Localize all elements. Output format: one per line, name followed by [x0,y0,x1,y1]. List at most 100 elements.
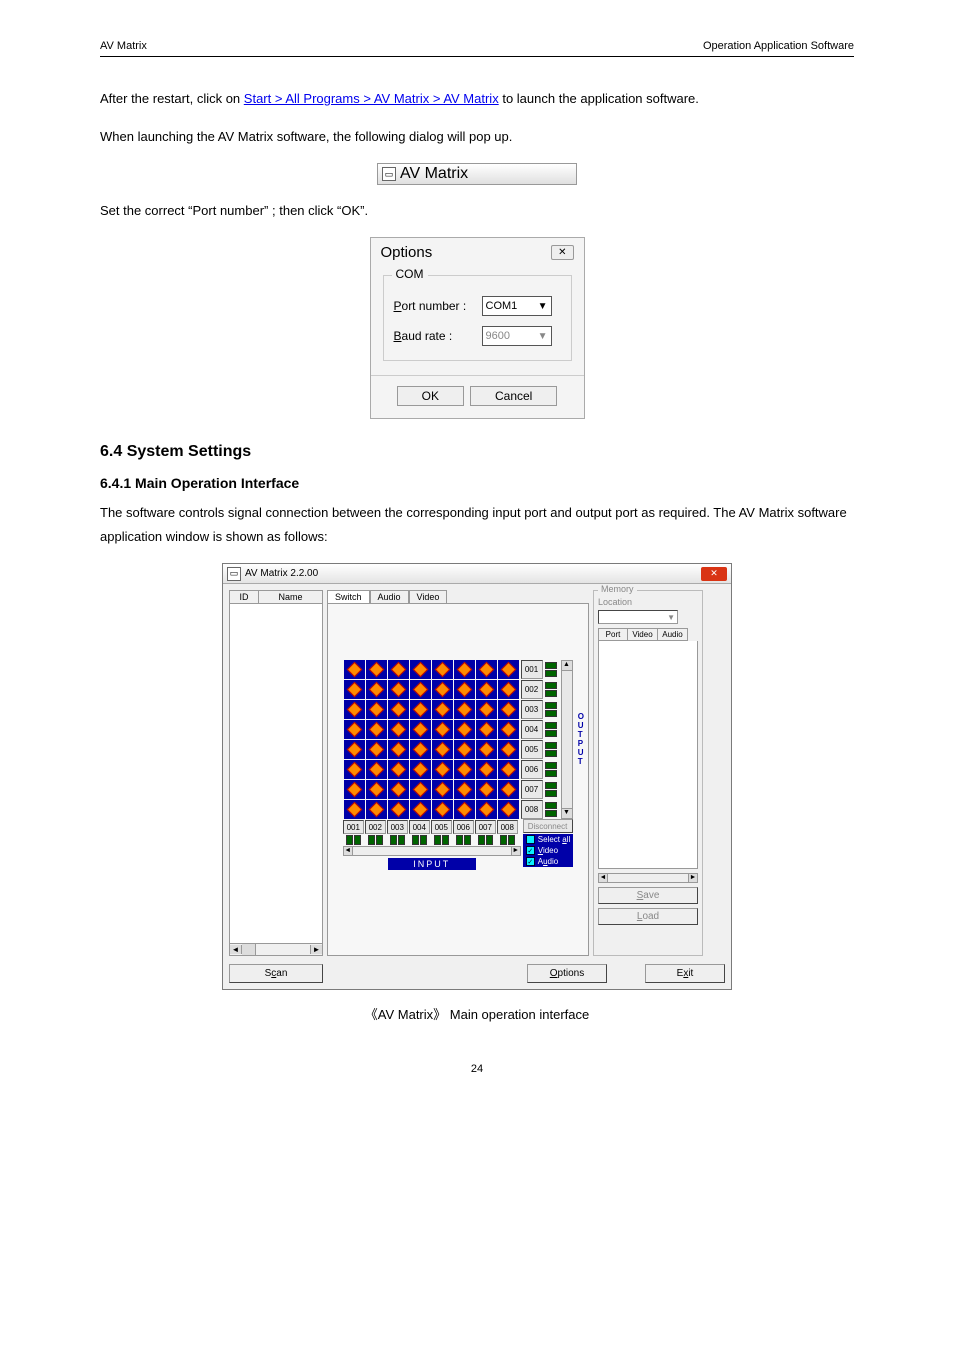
matrix-cell[interactable] [432,740,453,759]
select-all-checkbox[interactable]: Select all [523,834,573,845]
matrix-cell[interactable] [498,740,519,759]
matrix-cell[interactable] [432,760,453,779]
cancel-button[interactable]: Cancel [470,386,557,406]
matrix-cell[interactable] [432,660,453,679]
start-path-link[interactable]: Start > All Programs > AV Matrix > AV Ma… [244,91,499,106]
video-checkbox[interactable]: ✓Video [523,845,573,856]
matrix-cell[interactable] [454,760,475,779]
scroll-left-icon[interactable]: ◄ [230,945,242,954]
matrix-cell[interactable] [344,700,365,719]
matrix-cell[interactable] [344,660,365,679]
matrix-cell[interactable] [366,800,387,819]
save-button[interactable]: Save [598,887,698,904]
disconnect-button[interactable]: Disconnect [523,819,573,833]
output-toggle[interactable] [545,760,559,779]
matrix-cell[interactable] [432,780,453,799]
matrix-cell[interactable] [454,740,475,759]
matrix-cell[interactable] [388,720,409,739]
matrix-cell[interactable] [366,700,387,719]
matrix-cell[interactable] [344,720,365,739]
options-button[interactable]: Options [527,964,607,983]
input-toggle[interactable] [475,835,496,845]
matrix-cell[interactable] [498,720,519,739]
matrix-cell[interactable] [476,760,497,779]
close-icon[interactable]: ✕ [701,567,727,581]
matrix-cell[interactable] [476,800,497,819]
matrix-cell[interactable] [388,760,409,779]
matrix-cell[interactable] [476,700,497,719]
device-list[interactable] [229,604,323,944]
matrix-cell[interactable] [344,780,365,799]
memory-hscroll[interactable]: ◄► [598,873,698,883]
scroll-down-icon[interactable]: ▼ [561,808,573,819]
memory-list[interactable] [598,641,698,869]
matrix-cell[interactable] [454,680,475,699]
output-toggle[interactable] [545,660,559,679]
matrix-cell[interactable] [432,680,453,699]
load-button[interactable]: Load [598,908,698,925]
ok-button[interactable]: OK [397,386,464,406]
matrix-cell[interactable] [388,780,409,799]
tab-video[interactable]: Video [409,590,448,603]
matrix-cell[interactable] [476,740,497,759]
matrix-cell[interactable] [498,660,519,679]
input-toggle[interactable] [453,835,474,845]
scan-button[interactable]: Scan [229,964,323,983]
matrix-cell[interactable] [366,780,387,799]
matrix-cell[interactable] [432,720,453,739]
output-toggle[interactable] [545,720,559,739]
matrix-cell[interactable] [388,800,409,819]
matrix-cell[interactable] [410,680,431,699]
matrix-cell[interactable] [454,700,475,719]
matrix-cell[interactable] [388,740,409,759]
tab-audio[interactable]: Audio [370,590,409,603]
input-toggle[interactable] [431,835,452,845]
matrix-cell[interactable] [476,680,497,699]
matrix-cell[interactable] [498,680,519,699]
output-toggle[interactable] [545,700,559,719]
matrix-cell[interactable] [410,760,431,779]
horizontal-scrollbar[interactable]: ◄ ► [229,944,323,956]
switch-matrix[interactable] [344,660,519,819]
matrix-cell[interactable] [344,740,365,759]
location-select[interactable]: ▼ [598,610,678,624]
matrix-cell[interactable] [344,800,365,819]
matrix-cell[interactable] [498,780,519,799]
matrix-cell[interactable] [366,720,387,739]
matrix-cell[interactable] [366,760,387,779]
input-toggle[interactable] [343,835,364,845]
output-toggle[interactable] [545,800,559,819]
scroll-left-icon[interactable]: ◄ [343,846,353,856]
input-hscroll[interactable]: ◄ ► [343,846,521,856]
matrix-cell[interactable] [498,760,519,779]
matrix-cell[interactable] [410,700,431,719]
matrix-cell[interactable] [410,800,431,819]
matrix-cell[interactable] [454,720,475,739]
matrix-cell[interactable] [366,660,387,679]
matrix-cell[interactable] [388,680,409,699]
vertical-scrollbar[interactable] [561,671,573,808]
input-toggle[interactable] [409,835,430,845]
input-toggle[interactable] [387,835,408,845]
input-toggle[interactable] [365,835,386,845]
matrix-cell[interactable] [410,660,431,679]
matrix-cell[interactable] [344,760,365,779]
matrix-cell[interactable] [366,680,387,699]
output-toggle[interactable] [545,780,559,799]
matrix-cell[interactable] [432,800,453,819]
close-icon[interactable]: ✕ [551,245,573,260]
audio-checkbox[interactable]: ✓Audio [523,856,573,867]
matrix-cell[interactable] [454,780,475,799]
output-toggle[interactable] [545,740,559,759]
matrix-cell[interactable] [498,700,519,719]
matrix-cell[interactable] [476,720,497,739]
matrix-cell[interactable] [410,780,431,799]
output-toggle[interactable] [545,680,559,699]
matrix-cell[interactable] [366,740,387,759]
matrix-cell[interactable] [388,700,409,719]
matrix-cell[interactable] [454,800,475,819]
matrix-cell[interactable] [344,680,365,699]
matrix-cell[interactable] [410,740,431,759]
exit-button[interactable]: Exit [645,964,725,983]
scroll-right-icon[interactable]: ► [511,846,521,856]
